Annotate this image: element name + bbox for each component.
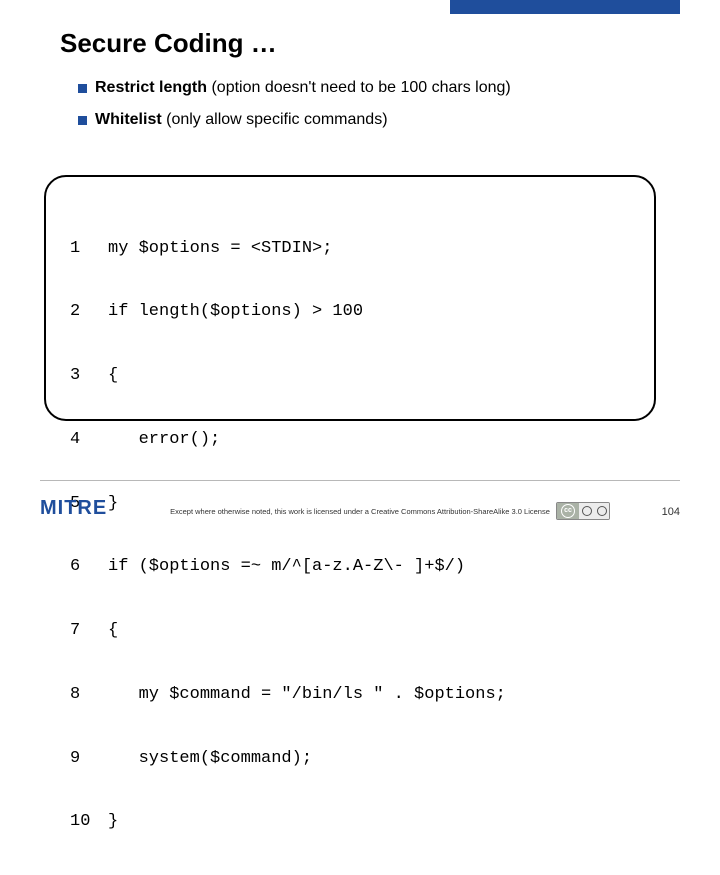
slide-title: Secure Coding …	[60, 28, 277, 59]
header-accent-bar	[450, 0, 680, 14]
code-block: 1my $options = <STDIN>; 2if length($opti…	[44, 175, 656, 421]
square-bullet-icon	[78, 116, 87, 125]
code-line: 1my $options = <STDIN>;	[70, 238, 634, 259]
cc-sa-icon	[597, 506, 607, 516]
code-content: 1my $options = <STDIN>; 2if length($opti…	[70, 195, 634, 875]
license-text: Except where otherwise noted, this work …	[0, 507, 720, 516]
code-line: 4 error();	[70, 429, 634, 450]
cc-badge-left: cc	[557, 503, 579, 519]
code-line: 9 system($command);	[70, 748, 634, 769]
footer-divider	[40, 480, 680, 481]
bullet-item: Restrict length (option doesn't need to …	[78, 72, 511, 104]
code-line: 8 my $command = "/bin/ls " . $options;	[70, 684, 634, 705]
page-number: 104	[662, 506, 680, 518]
cc-badge-right	[579, 503, 609, 519]
bullet-text: Whitelist (only allow specific commands)	[95, 104, 388, 136]
square-bullet-icon	[78, 84, 87, 93]
bullet-item: Whitelist (only allow specific commands)	[78, 104, 511, 136]
cc-circle-icon: cc	[561, 504, 575, 518]
code-line: 3{	[70, 365, 634, 386]
cc-by-icon	[582, 506, 592, 516]
bullet-list: Restrict length (option doesn't need to …	[78, 72, 511, 136]
code-line: 6if ($options =~ m/^[a-z.A-Z\- ]+$/)	[70, 556, 634, 577]
bullet-text: Restrict length (option doesn't need to …	[95, 72, 511, 104]
code-line: 2if length($options) > 100	[70, 301, 634, 322]
cc-license-badge-icon: cc	[556, 502, 610, 520]
code-line: 10}	[70, 811, 634, 832]
code-line: 7{	[70, 620, 634, 641]
